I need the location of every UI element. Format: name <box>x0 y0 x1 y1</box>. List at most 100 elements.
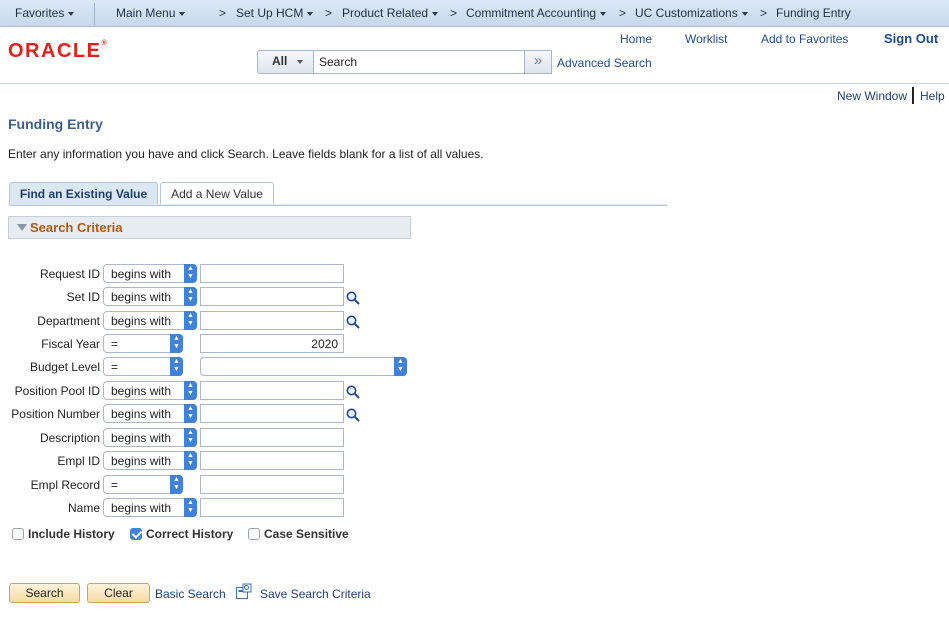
sign-out-link[interactable]: Sign Out <box>884 31 938 46</box>
oracle-logo: ORACLE® <box>8 40 109 62</box>
include-history-checkbox[interactable] <box>12 528 24 540</box>
operator-select[interactable]: = ▲ ▼ <box>103 357 183 376</box>
criteria-label: Fiscal Year <box>41 337 100 351</box>
value-input[interactable] <box>200 287 344 306</box>
value-input[interactable] <box>200 264 344 283</box>
value-input[interactable]: 2020 <box>200 334 344 353</box>
select-arrows-icon: ▲ ▼ <box>184 404 197 423</box>
breadcrumb-label: Product Related <box>342 6 429 20</box>
operator-select[interactable]: = ▲ ▼ <box>103 475 183 494</box>
clear-button[interactable]: Clear <box>87 583 150 603</box>
basic-search-link[interactable]: Basic Search <box>155 587 226 601</box>
criteria-row: Department begins with ▲ ▼ <box>0 311 420 331</box>
correct-history-checkbox[interactable] <box>130 528 142 540</box>
value-input[interactable] <box>200 311 344 330</box>
page-instructions: Enter any information you have and click… <box>8 147 484 161</box>
select-arrows-icon: ▲ ▼ <box>184 287 197 306</box>
operator-value: begins with <box>111 407 172 421</box>
chevron-down-icon <box>307 11 314 16</box>
breadcrumb-set-up-hcm[interactable]: Set Up HCM <box>236 6 314 20</box>
global-search-input[interactable]: Search <box>313 50 525 74</box>
value-input[interactable] <box>200 451 344 470</box>
chevron-down-icon <box>600 11 607 16</box>
select-arrows-icon: ▲ ▼ <box>394 357 407 376</box>
value-input[interactable] <box>200 381 344 400</box>
collapse-triangle-icon <box>17 224 27 231</box>
add-to-favorites-link[interactable]: Add to Favorites <box>761 32 848 46</box>
operator-select[interactable]: begins with ▲ ▼ <box>103 404 197 423</box>
operator-select[interactable]: begins with ▲ ▼ <box>103 381 197 400</box>
home-link[interactable]: Home <box>620 32 652 46</box>
correct-history-option[interactable]: Correct History <box>130 527 233 543</box>
chevron-right-icon: > <box>219 6 227 20</box>
criteria-label: Position Pool ID <box>14 384 100 398</box>
search-scope-select[interactable]: All <box>257 50 314 74</box>
save-search-icon[interactable] <box>235 583 252 600</box>
breadcrumb-label: UC Customizations <box>635 6 738 20</box>
value-input[interactable] <box>200 475 344 494</box>
advanced-search-link[interactable]: Advanced Search <box>557 56 652 70</box>
search-scope-value: All <box>272 54 288 68</box>
value-input[interactable] <box>200 498 344 517</box>
chevron-down-icon <box>297 59 304 64</box>
logo-text: ORACLE <box>8 40 102 62</box>
tab-add-new-value[interactable]: Add a New Value <box>160 182 274 205</box>
operator-value: begins with <box>111 454 172 468</box>
criteria-row: Position Number begins with ▲ ▼ <box>0 404 420 424</box>
value-input[interactable] <box>200 428 344 447</box>
lookup-icon[interactable] <box>345 314 361 330</box>
search-criteria-header[interactable]: Search Criteria <box>8 216 411 239</box>
select-arrows-icon: ▲ ▼ <box>170 334 183 353</box>
search-criteria-title: Search Criteria <box>30 220 123 235</box>
new-window-link[interactable]: New Window <box>837 89 907 103</box>
operator-select[interactable]: begins with ▲ ▼ <box>103 264 197 283</box>
value-input[interactable] <box>200 404 344 423</box>
case-sensitive-checkbox[interactable] <box>248 528 260 540</box>
favorites-menu[interactable]: Favorites <box>15 6 75 20</box>
criteria-row: Fiscal Year = ▲ ▼ 2020 <box>0 334 420 354</box>
breadcrumb-funding-entry[interactable]: Funding Entry <box>776 6 851 20</box>
header: ORACLE® Home Worklist Add to Favorites S… <box>0 28 949 84</box>
operator-select[interactable]: begins with ▲ ▼ <box>103 451 197 470</box>
save-search-criteria-link[interactable]: Save Search Criteria <box>260 587 371 601</box>
lookup-icon[interactable] <box>345 407 361 423</box>
page-title: Funding Entry <box>8 116 103 132</box>
main-menu[interactable]: Main Menu <box>116 6 186 20</box>
criteria-label: Empl ID <box>57 454 100 468</box>
chevron-down-icon <box>68 11 75 16</box>
select-arrows-icon: ▲ ▼ <box>170 357 183 376</box>
tab-find-existing-value[interactable]: Find an Existing Value <box>9 182 158 205</box>
value-select[interactable]: ▲ ▼ <box>200 357 407 376</box>
favorites-label: Favorites <box>15 6 65 20</box>
help-link[interactable]: Help <box>920 89 945 103</box>
case-sensitive-option[interactable]: Case Sensitive <box>248 527 349 543</box>
operator-select[interactable]: begins with ▲ ▼ <box>103 498 197 517</box>
criteria-row: Empl ID begins with ▲ ▼ <box>0 451 420 471</box>
breadcrumb-product-related[interactable]: Product Related <box>342 6 439 20</box>
worklist-link[interactable]: Worklist <box>685 32 727 46</box>
criteria-label: Request ID <box>39 267 100 281</box>
chevron-right-icon: > <box>450 6 458 20</box>
select-arrows-icon: ▲ ▼ <box>184 451 197 470</box>
operator-select[interactable]: begins with ▲ ▼ <box>103 287 197 306</box>
operator-select[interactable]: begins with ▲ ▼ <box>103 311 197 330</box>
operator-value: begins with <box>111 431 172 445</box>
select-arrows-icon: ▲ ▼ <box>170 475 183 494</box>
operator-value: = <box>111 360 119 374</box>
breadcrumb-commitment-accounting[interactable]: Commitment Accounting <box>466 6 607 20</box>
chevron-right-icon: > <box>619 6 627 20</box>
operator-select[interactable]: begins with ▲ ▼ <box>103 428 197 447</box>
criteria-row: Request ID begins with ▲ ▼ <box>0 264 420 284</box>
select-arrows-icon: ▲ ▼ <box>184 381 197 400</box>
tab-label: Add a New Value <box>171 187 263 201</box>
include-history-option[interactable]: Include History <box>12 527 115 543</box>
breadcrumb-label: Commitment Accounting <box>466 6 597 20</box>
search-go-button[interactable]: » <box>525 50 552 74</box>
breadcrumb-uc-customizations[interactable]: UC Customizations <box>635 6 748 20</box>
chevron-right-icon: > <box>325 6 333 20</box>
main-menu-label: Main Menu <box>116 6 176 20</box>
operator-select[interactable]: = ▲ ▼ <box>103 334 183 353</box>
search-button[interactable]: Search <box>9 583 80 603</box>
lookup-icon[interactable] <box>345 384 361 400</box>
lookup-icon[interactable] <box>345 290 361 306</box>
